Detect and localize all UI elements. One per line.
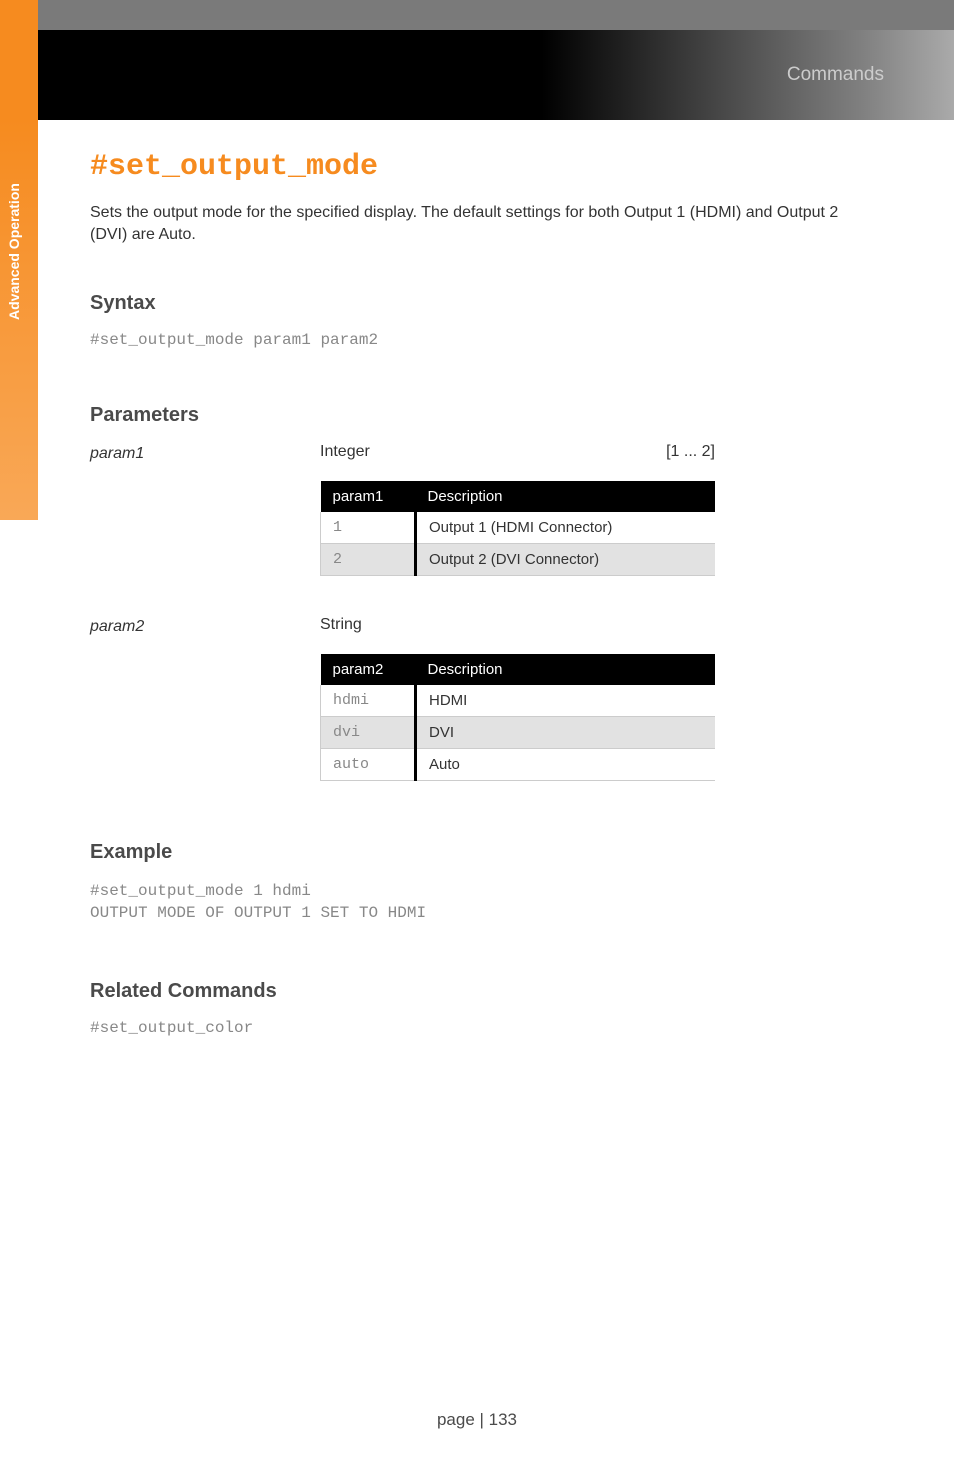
- param2-label: param2: [90, 616, 320, 636]
- param1-th1: param1: [321, 481, 416, 512]
- param2-type-row: String: [320, 616, 715, 634]
- related-item: #set_output_color: [90, 1019, 850, 1037]
- table-row: hdmi HDMI: [321, 685, 716, 717]
- main-content: #set_output_mode Sets the output mode fo…: [90, 150, 850, 1037]
- related-heading: Related Commands: [90, 980, 850, 1003]
- example-code: #set_output_mode 1 hdmi OUTPUT MODE OF O…: [90, 880, 850, 925]
- top-bar: [0, 0, 954, 30]
- header-orange: [0, 30, 38, 120]
- table-header-row: param1 Description: [321, 481, 716, 512]
- param1-range: [1 ... 2]: [666, 443, 715, 461]
- param1-r1-val: 2: [321, 543, 416, 575]
- param2-th1: param2: [321, 654, 416, 685]
- param2-r2-val: auto: [321, 748, 416, 780]
- param1-r0-val: 1: [321, 512, 416, 544]
- top-bar-orange: [0, 0, 38, 30]
- header-gradient: Commands: [38, 30, 954, 120]
- table-row: 2 Output 2 (DVI Connector): [321, 543, 716, 575]
- param1-th2: Description: [416, 481, 716, 512]
- sidebar: Advanced Operation: [0, 120, 38, 520]
- param2-right: String param2 Description hdmi HDMI dvi …: [320, 616, 850, 791]
- param2-table: param2 Description hdmi HDMI dvi DVI aut…: [320, 654, 715, 781]
- param1-table: param1 Description 1 Output 1 (HDMI Conn…: [320, 481, 715, 576]
- table-row: auto Auto: [321, 748, 716, 780]
- example-heading: Example: [90, 841, 850, 864]
- header-title: Commands: [787, 64, 884, 86]
- command-description: Sets the output mode for the specified d…: [90, 202, 850, 247]
- table-header-row: param2 Description: [321, 654, 716, 685]
- param1-right: Integer [1 ... 2] param1 Description 1 O…: [320, 443, 850, 586]
- param2-r2-desc: Auto: [416, 748, 716, 780]
- param2-th2: Description: [416, 654, 716, 685]
- sidebar-label: Advanced Operation: [6, 183, 22, 320]
- param1-r1-desc: Output 2 (DVI Connector): [416, 543, 716, 575]
- param2-type: String: [320, 616, 362, 634]
- param2-r0-val: hdmi: [321, 685, 416, 717]
- top-bar-gray: [38, 0, 954, 30]
- param1-type: Integer: [320, 443, 370, 461]
- syntax-code: #set_output_mode param1 param2: [90, 331, 850, 349]
- param2-r1-desc: DVI: [416, 716, 716, 748]
- table-row: 1 Output 1 (HDMI Connector): [321, 512, 716, 544]
- param1-type-row: Integer [1 ... 2]: [320, 443, 715, 461]
- syntax-heading: Syntax: [90, 292, 850, 315]
- example-block: Example #set_output_mode 1 hdmi OUTPUT M…: [90, 841, 850, 925]
- param1-row: param1 Integer [1 ... 2] param1 Descript…: [90, 443, 850, 586]
- param2-r0-desc: HDMI: [416, 685, 716, 717]
- page-number: page | 133: [0, 1410, 954, 1430]
- param2-r1-val: dvi: [321, 716, 416, 748]
- parameters-heading: Parameters: [90, 404, 850, 427]
- header-row: Commands: [0, 30, 954, 120]
- related-block: Related Commands #set_output_color: [90, 980, 850, 1037]
- param2-row: param2 String param2 Description hdmi HD…: [90, 616, 850, 791]
- param1-r0-desc: Output 1 (HDMI Connector): [416, 512, 716, 544]
- param1-label: param1: [90, 443, 320, 463]
- table-row: dvi DVI: [321, 716, 716, 748]
- command-title: #set_output_mode: [90, 150, 850, 184]
